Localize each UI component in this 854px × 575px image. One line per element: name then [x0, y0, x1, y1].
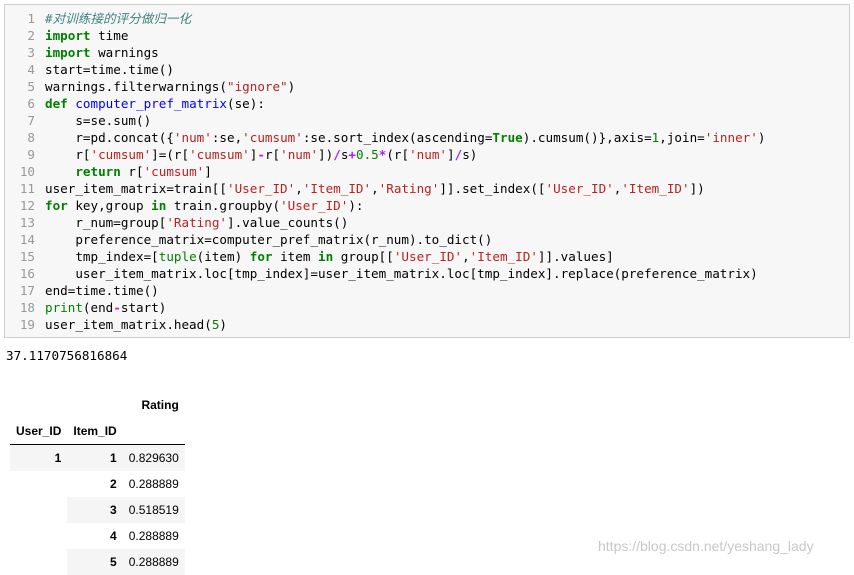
- line-number: 13: [19, 215, 35, 230]
- line-number: 8: [27, 130, 35, 145]
- code-line[interactable]: user_item_matrix.loc[tmp_index]=user_ite…: [45, 266, 757, 281]
- line-number: 16: [19, 266, 35, 281]
- rating-cell: 0.288889: [128, 477, 179, 491]
- column-header-rating: Rating: [141, 398, 179, 412]
- code-cell[interactable]: 1 #对训练接的评分做归一化 2 import time 3 import warni…: [4, 4, 850, 338]
- code-line[interactable]: print(end-start): [45, 300, 166, 315]
- line-number: 1: [27, 11, 35, 26]
- code-line[interactable]: import time: [45, 28, 128, 43]
- code-line[interactable]: warnings.filterwarnings("ignore"): [45, 79, 295, 94]
- line-number: 5: [27, 79, 35, 94]
- index-name-item-id: Item_ID: [67, 418, 123, 445]
- line-number: 11: [19, 181, 35, 196]
- line-number: 12: [19, 198, 35, 213]
- line-number: 10: [19, 164, 35, 179]
- line-number: 18: [19, 300, 35, 315]
- index-item-id: 3: [67, 497, 123, 523]
- code-line[interactable]: start=time.time(): [45, 62, 174, 77]
- index-user-id: [10, 549, 67, 575]
- index-item-id: 5: [67, 549, 123, 575]
- table-corner: [67, 392, 122, 418]
- table-corner: [10, 392, 67, 418]
- index-item-id: 2: [110, 477, 117, 491]
- line-number: 15: [19, 249, 35, 264]
- line-number: 2: [27, 28, 35, 43]
- line-number: 9: [27, 147, 35, 162]
- line-number: 3: [27, 45, 35, 60]
- index-user-id: [10, 523, 67, 549]
- watermark: https://blog.csdn.net/yeshang_lady: [598, 538, 814, 554]
- index-user-id: 1: [10, 444, 68, 471]
- table-row: 3 0.518519: [10, 497, 185, 523]
- cell-output-text: 37.1170756816864: [6, 348, 128, 363]
- code-line[interactable]: #对训练接的评分做归一化: [45, 11, 191, 26]
- rating-cell: 0.829630: [122, 444, 185, 471]
- code-line[interactable]: return r['cumsum']: [45, 164, 212, 179]
- rating-cell: 0.518519: [122, 497, 185, 523]
- line-number: 7: [27, 113, 35, 128]
- line-number: 19: [19, 317, 35, 332]
- index-item-id: 1: [67, 444, 123, 471]
- line-number: 14: [19, 232, 35, 247]
- code-line[interactable]: r=pd.concat({'num':se,'cumsum':se.sort_i…: [45, 130, 765, 145]
- index-name-user-id: User_ID: [10, 418, 68, 445]
- code-line[interactable]: r['cumsum']=(r['cumsum']-r['num'])/s+0.5…: [45, 147, 477, 162]
- code-line[interactable]: s=se.sum(): [45, 113, 151, 128]
- table-row: 4 0.288889: [10, 523, 185, 549]
- code-line[interactable]: for key,group in train.groupby('User_ID'…: [45, 198, 363, 213]
- dataframe-table: Rating User_ID Item_ID 1 1 0.829630 2 0.…: [10, 392, 185, 575]
- code-line[interactable]: user_item_matrix.head(5): [45, 317, 227, 332]
- index-user-id: [10, 471, 67, 497]
- line-number: 17: [19, 283, 35, 298]
- table-corner: [122, 418, 185, 445]
- code-line[interactable]: import warnings: [45, 45, 159, 60]
- index-item-id: 4: [110, 529, 117, 543]
- code-line[interactable]: def computer_pref_matrix(se):: [45, 96, 265, 111]
- code-line[interactable]: r_num=group['Rating'].value_counts(): [45, 215, 348, 230]
- rating-cell: 0.288889: [128, 529, 179, 543]
- code-line[interactable]: tmp_index=[tuple(item) for item in group…: [45, 249, 613, 264]
- code-line[interactable]: user_item_matrix=train[['User_ID','Item_…: [45, 181, 705, 196]
- index-user-id: [10, 497, 67, 523]
- code-line[interactable]: end=time.time(): [45, 283, 159, 298]
- rating-cell: 0.288889: [122, 549, 185, 575]
- code-editor[interactable]: 1 #对训练接的评分做归一化 2 import time 3 import warni…: [13, 10, 766, 333]
- line-number: 6: [27, 96, 35, 111]
- table-row: 2 0.288889: [10, 471, 185, 497]
- table-row: 1 1 0.829630: [10, 444, 185, 471]
- table-row: 5 0.288889: [10, 549, 185, 575]
- line-number: 4: [27, 62, 35, 77]
- code-line[interactable]: preference_matrix=computer_pref_matrix(r…: [45, 232, 492, 247]
